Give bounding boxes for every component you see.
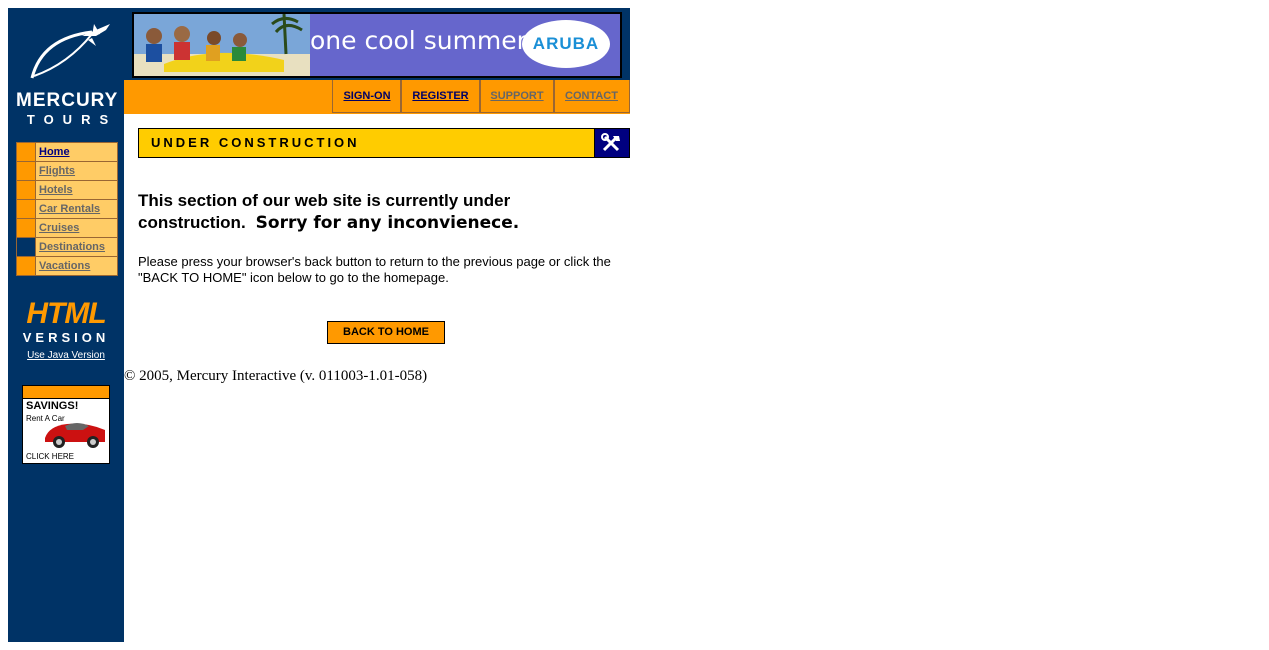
instructions-text: Please press your browser's back button … — [138, 254, 611, 285]
sidebar-link-flights[interactable]: Flights — [36, 162, 75, 180]
banner-headline: one cool summer — [310, 26, 527, 55]
use-java-version-link[interactable]: Use Java Version — [16, 350, 116, 361]
nav-marker — [17, 200, 36, 218]
top-nav-bar: SIGN-ON REGISTER SUPPORT CONTACT — [124, 80, 630, 114]
section-title: UNDER CONSTRUCTION — [151, 135, 360, 150]
red-car-icon — [45, 423, 105, 448]
logo-word-mercury: MERCURY — [16, 90, 119, 111]
ad-title: SAVINGS! — [26, 400, 79, 412]
mercury-tours-logo[interactable]: MERCURY TOURS — [16, 18, 119, 130]
sidebar-item-home[interactable]: Home — [17, 143, 117, 162]
sidebar-link-car-rentals[interactable]: Car Rentals — [36, 200, 100, 218]
logo-word-tours: TOURS — [26, 112, 118, 127]
sidebar-item-flights[interactable]: Flights — [17, 162, 117, 181]
contact-link[interactable]: CONTACT — [553, 80, 630, 113]
sidebar-link-cruises[interactable]: Cruises — [36, 219, 79, 237]
ad-cta: CLICK HERE — [26, 452, 75, 461]
sidebar-item-cruises[interactable]: Cruises — [17, 219, 117, 238]
rent-a-car-ad[interactable]: SAVINGS! Rent A Car CLICK HERE — [22, 385, 110, 464]
register-link[interactable]: REGISTER — [400, 80, 481, 113]
nav-marker — [17, 219, 36, 237]
copyright-footer: © 2005, Mercury Interactive (v. 011003-1… — [124, 368, 428, 384]
apology-text: Sorry for any inconvienece. — [255, 213, 520, 233]
under-construction-header: UNDER CONSTRUCTION — [138, 128, 630, 158]
support-link[interactable]: SUPPORT — [479, 80, 555, 113]
sidebar-item-destinations[interactable]: Destinations — [17, 238, 117, 257]
banner-photo-icon — [134, 14, 310, 76]
html-version-title: HTML — [26, 297, 106, 330]
banner-area: one cool summer ARUBA — [124, 8, 630, 80]
sidebar-item-car-rentals[interactable]: Car Rentals — [17, 200, 117, 219]
nav-marker — [17, 257, 36, 275]
back-to-home-button[interactable]: BACK TO HOME — [327, 321, 445, 344]
nav-marker — [17, 162, 36, 180]
plane-logo-icon — [30, 24, 110, 79]
sidebar-item-vacations[interactable]: Vacations — [17, 257, 117, 275]
sidebar: MERCURY TOURS Home Flights Hotels Car Re… — [8, 8, 124, 642]
aruba-logo: ARUBA — [522, 20, 610, 68]
html-version-badge: HTML VERSION Use Java Version — [16, 297, 116, 362]
sidebar-link-home[interactable]: Home — [36, 143, 70, 161]
construction-message: This section of our web site is currentl… — [138, 190, 618, 234]
nav-marker — [17, 181, 36, 199]
nav-marker — [17, 143, 36, 161]
tools-icon — [601, 133, 620, 152]
sidebar-nav: Home Flights Hotels Car Rentals Cruises … — [16, 142, 118, 276]
sidebar-link-vacations[interactable]: Vacations — [36, 257, 90, 275]
html-version-subtitle: VERSION — [22, 330, 110, 345]
sign-on-link[interactable]: SIGN-ON — [332, 80, 402, 113]
ad-header-strip — [23, 386, 109, 399]
aruba-brand-text: ARUBA — [532, 34, 600, 53]
tools-icon-box — [594, 129, 629, 157]
sidebar-link-hotels[interactable]: Hotels — [36, 181, 73, 199]
sidebar-item-hotels[interactable]: Hotels — [17, 181, 117, 200]
nav-marker — [17, 238, 36, 256]
sidebar-link-destinations[interactable]: Destinations — [36, 238, 105, 256]
promo-banner[interactable]: one cool summer ARUBA — [132, 12, 622, 78]
